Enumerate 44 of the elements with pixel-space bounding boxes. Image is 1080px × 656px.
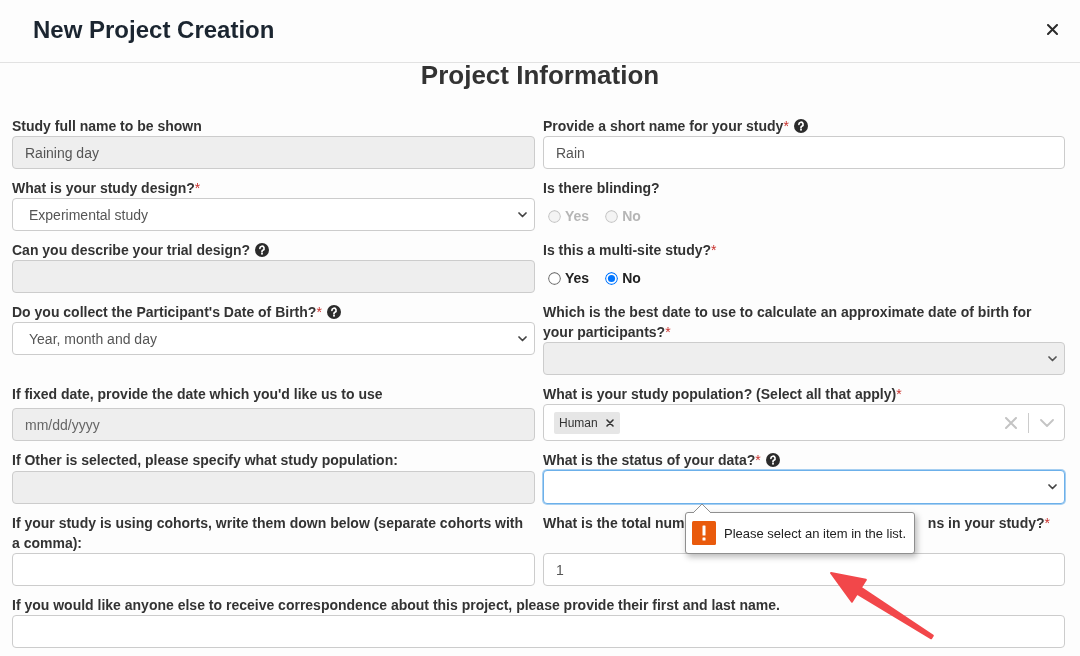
close-icon[interactable] <box>1047 24 1058 35</box>
x-icon[interactable] <box>605 418 614 427</box>
field-label: Is this a multi-site study?* <box>543 242 717 258</box>
dropdown[interactable]: Year, month and day <box>12 322 535 355</box>
text-field[interactable]: 1 <box>543 553 1065 586</box>
field-label: Which is the best date to use to calculate an approximate date of birth for your participants?* <box>543 304 1032 340</box>
text-field[interactable] <box>12 615 1065 648</box>
radio-label: Yes <box>565 208 590 224</box>
text-field[interactable]: Rain <box>543 136 1065 169</box>
field-label: Do you collect the Participant's Date of Birth?* <box>12 304 322 320</box>
field-label: What is the total num <box>543 514 685 533</box>
tag-label: Human <box>559 415 598 430</box>
radio-label: Yes <box>565 270 590 286</box>
radio-button[interactable] <box>548 271 561 285</box>
chevron-down-icon <box>1048 484 1057 490</box>
radio-label: No <box>622 208 641 224</box>
chevron-down-icon <box>518 335 527 342</box>
field-label: Study full name to be shown <box>12 118 202 134</box>
section-title: Project Information <box>420 61 660 89</box>
chevron-down-icon <box>1048 355 1057 362</box>
field-label: Is there blinding? <box>543 180 660 196</box>
warning-icon <box>692 521 716 545</box>
field-label: Can you describe your trial design? <box>12 242 251 258</box>
field-label: Provide a short name for your study* <box>543 118 789 134</box>
text-field[interactable] <box>12 553 535 586</box>
field-label: What is your study population? (Select all that apply)* <box>543 386 902 402</box>
field-label: What is your study design?* <box>12 180 201 196</box>
dialog-title: New Project Creation <box>33 14 275 45</box>
radio-label: No <box>622 270 641 286</box>
radio-button[interactable] <box>605 271 619 285</box>
multi-select-field[interactable]: Human <box>543 404 1065 441</box>
help-icon[interactable] <box>765 453 780 467</box>
field-label: ns in your study?* <box>927 514 1050 533</box>
help-icon[interactable] <box>793 119 808 133</box>
chevron-down-icon[interactable] <box>1040 418 1054 427</box>
field-label: If Other is selected, please specify what study population: <box>12 452 398 468</box>
dropdown[interactable]: Experimental study <box>12 198 535 231</box>
field-label: If your study is using cohorts, write them down below (separate cohorts with a comma): <box>12 515 524 551</box>
field-label: What is the status of your data?* <box>543 452 761 468</box>
tooltip-text: Please select an item in the list. <box>724 525 907 541</box>
chevron-down-icon <box>518 211 527 218</box>
field-label: If you would like anyone else to receive correspondence about this project, please provide their first and last name. <box>12 597 780 613</box>
field-label: If fixed date, provide the date which you'd like us to use <box>12 386 383 402</box>
help-icon[interactable] <box>326 305 341 319</box>
